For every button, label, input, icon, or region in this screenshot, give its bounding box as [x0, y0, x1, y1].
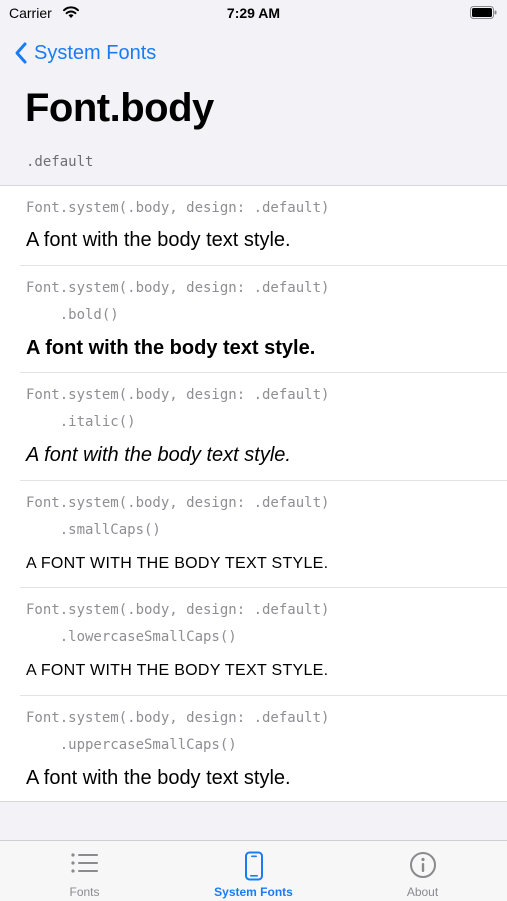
- list-icon: [70, 853, 98, 873]
- page-title: Font.body: [25, 86, 214, 130]
- code-line: Font.system(.body, design: .default): [26, 387, 330, 403]
- status-time: 7:29 AM: [226, 5, 281, 21]
- tab-label: About: [406, 885, 439, 899]
- modifier-line: .bold(): [26, 307, 119, 323]
- tab-bar: Fonts System Fonts About: [0, 840, 507, 901]
- code-line: Font.system(.body, design: .default): [26, 710, 330, 726]
- code-line: Font.system(.body, design: .default): [26, 280, 330, 296]
- sample-text: A font with the body text style.: [26, 444, 291, 466]
- tab-label: Fonts: [69, 885, 100, 899]
- back-button[interactable]: System Fonts: [14, 38, 156, 68]
- phone-icon: [244, 851, 263, 881]
- list-item[interactable]: Font.system(.body, design: .default) .sm…: [20, 481, 507, 588]
- list-item[interactable]: Font.system(.body, design: .default) .lo…: [20, 588, 507, 696]
- list-item[interactable]: Font.system(.body, design: .default) A f…: [20, 186, 507, 266]
- modifier-line: .uppercaseSmallCaps(): [26, 737, 237, 753]
- chevron-left-icon: [15, 42, 27, 64]
- modifier-line: .italic(): [26, 414, 136, 430]
- sample-text: A font with the body text style.: [26, 767, 291, 789]
- tab-label: System Fonts: [214, 885, 293, 899]
- code-line: Font.system(.body, design: .default): [26, 495, 330, 511]
- list-item[interactable]: Font.system(.body, design: .default) .up…: [20, 696, 507, 802]
- tab-system-fonts[interactable]: System Fonts: [169, 841, 338, 901]
- list-item[interactable]: Font.system(.body, design: .default) .bo…: [20, 266, 507, 373]
- status-bar: Carrier 7:29 AM: [0, 0, 507, 28]
- font-list: Font.system(.body, design: .default) A f…: [0, 185, 507, 802]
- modifier-line: .lowercaseSmallCaps(): [26, 629, 237, 645]
- info-icon: [409, 852, 436, 878]
- sample-text: A FONT WITH THE BODY TEXT STYLE.: [26, 555, 329, 572]
- modifier-line: .smallCaps(): [26, 522, 161, 538]
- back-button-label: System Fonts: [34, 41, 157, 64]
- code-line: Font.system(.body, design: .default): [26, 602, 330, 618]
- tab-fonts[interactable]: Fonts: [0, 841, 169, 901]
- sample-text: A font with the body text style.: [26, 229, 291, 251]
- sample-text: A FONT WITH THE BODY TEXT STYLE.: [26, 662, 329, 679]
- tab-about[interactable]: About: [338, 841, 507, 901]
- code-line: Font.system(.body, design: .default): [26, 200, 330, 216]
- battery-icon: [470, 6, 497, 19]
- sample-text: A font with the body text style.: [26, 337, 316, 359]
- list-item[interactable]: Font.system(.body, design: .default) .it…: [20, 373, 507, 481]
- section-header: .default: [26, 154, 94, 170]
